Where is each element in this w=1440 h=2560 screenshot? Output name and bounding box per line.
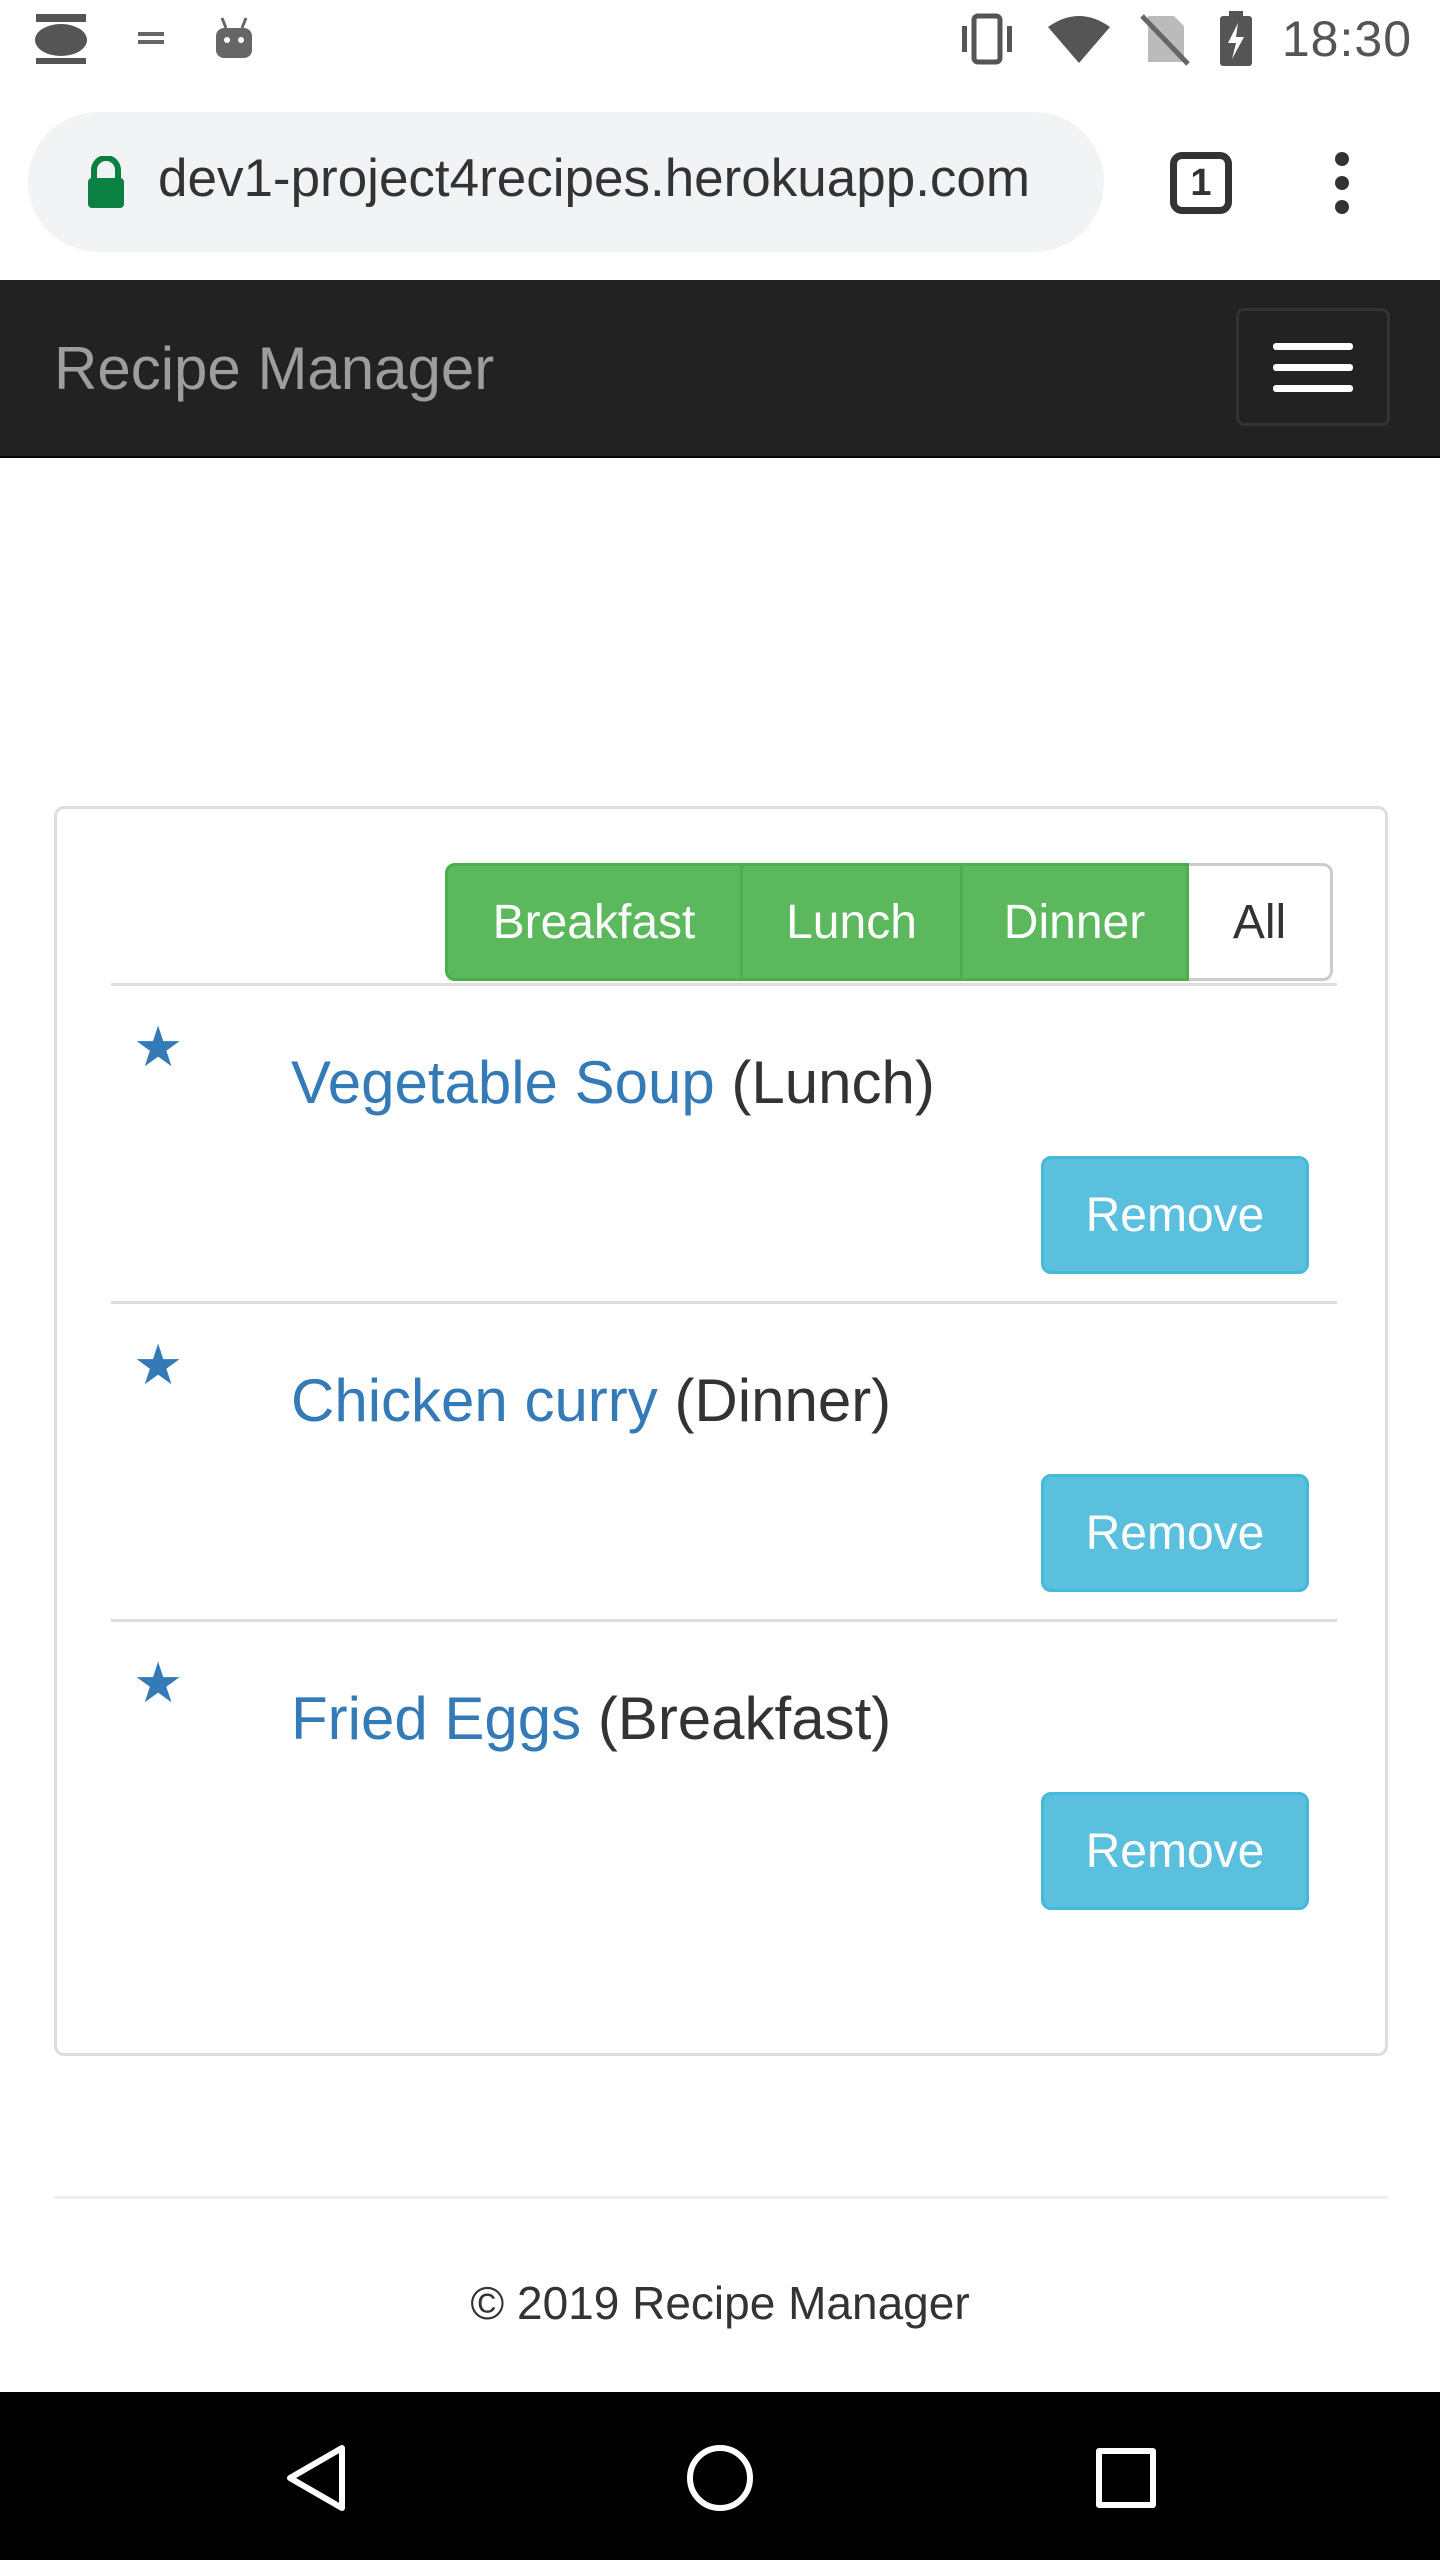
star-icon[interactable]: ★	[133, 1650, 183, 1716]
recipe-title: Fried Eggs (Breakfast)	[291, 1684, 891, 1753]
recipe-category: (Breakfast)	[597, 1685, 892, 1752]
navbar-brand[interactable]: Recipe Manager	[54, 334, 494, 403]
recipe-title: Chicken curry (Dinner)	[291, 1366, 891, 1435]
android-icon	[216, 17, 252, 58]
recipe-item: ★ Chicken curry (Dinner) Remove	[111, 1301, 1337, 1619]
remove-button[interactable]: Remove	[1041, 1792, 1309, 1910]
remove-button[interactable]: Remove	[1041, 1474, 1309, 1592]
back-icon[interactable]	[282, 2442, 350, 2514]
footer-copyright: © 2019 Recipe Manager	[470, 2277, 970, 2329]
star-icon[interactable]: ★	[133, 1332, 183, 1398]
recipe-title: Vegetable Soup (Lunch)	[291, 1048, 935, 1117]
hamburger-bar	[1273, 342, 1353, 350]
footer-divider	[54, 2196, 1388, 2199]
recipe-category: (Lunch)	[731, 1049, 935, 1116]
tab-switcher-button[interactable]: 1	[1170, 152, 1232, 214]
url-text: dev1-project4recipes.herokuapp.com	[158, 149, 1031, 208]
hamburger-bar	[1273, 363, 1353, 371]
remove-button[interactable]: Remove	[1041, 1156, 1309, 1274]
browser-toolbar: dev1-project4recipes.herokuapp.com 1	[0, 84, 1440, 280]
browser-menu-icon[interactable]	[1330, 152, 1354, 214]
usb-debug-icon	[138, 32, 164, 44]
recipe-item: ★ Fried Eggs (Breakfast) Remove	[111, 1619, 1337, 1937]
wifi-icon	[1047, 16, 1110, 63]
system-navigation-bar	[0, 2392, 1440, 2560]
star-icon[interactable]: ★	[133, 1014, 183, 1080]
filter-dinner-button[interactable]: Dinner	[963, 863, 1189, 981]
recents-icon[interactable]	[1094, 2442, 1158, 2514]
recipe-link[interactable]: Fried Eggs	[291, 1685, 581, 1752]
battery-charging-icon	[1219, 11, 1252, 66]
home-icon[interactable]	[684, 2442, 756, 2514]
vibrate-icon	[961, 13, 1012, 65]
site-navbar: Recipe Manager	[0, 280, 1440, 458]
no-sim-icon	[1140, 14, 1190, 66]
lock-icon	[88, 156, 124, 208]
clock: 18:30	[1281, 11, 1412, 67]
hamburger-bar	[1273, 384, 1353, 392]
status-bar: 18:30	[0, 0, 1440, 84]
recipe-item: ★ Vegetable Soup (Lunch) Remove	[111, 983, 1337, 1301]
category-filter-group: Breakfast Lunch Dinner All	[445, 863, 1333, 981]
recipe-link[interactable]: Chicken curry	[291, 1367, 658, 1434]
hamburger-menu-button[interactable]	[1236, 308, 1390, 426]
keyboard-icon	[35, 14, 87, 64]
url-bar[interactable]: dev1-project4recipes.herokuapp.com	[28, 112, 1104, 252]
filter-breakfast-button[interactable]: Breakfast	[445, 863, 743, 981]
filter-lunch-button[interactable]: Lunch	[743, 863, 963, 981]
filter-all-button[interactable]: All	[1189, 863, 1333, 981]
recipe-link[interactable]: Vegetable Soup	[291, 1049, 715, 1116]
recipes-panel: Breakfast Lunch Dinner All ★ Vegetable S…	[54, 806, 1388, 2056]
recipe-category: (Dinner)	[674, 1367, 892, 1434]
